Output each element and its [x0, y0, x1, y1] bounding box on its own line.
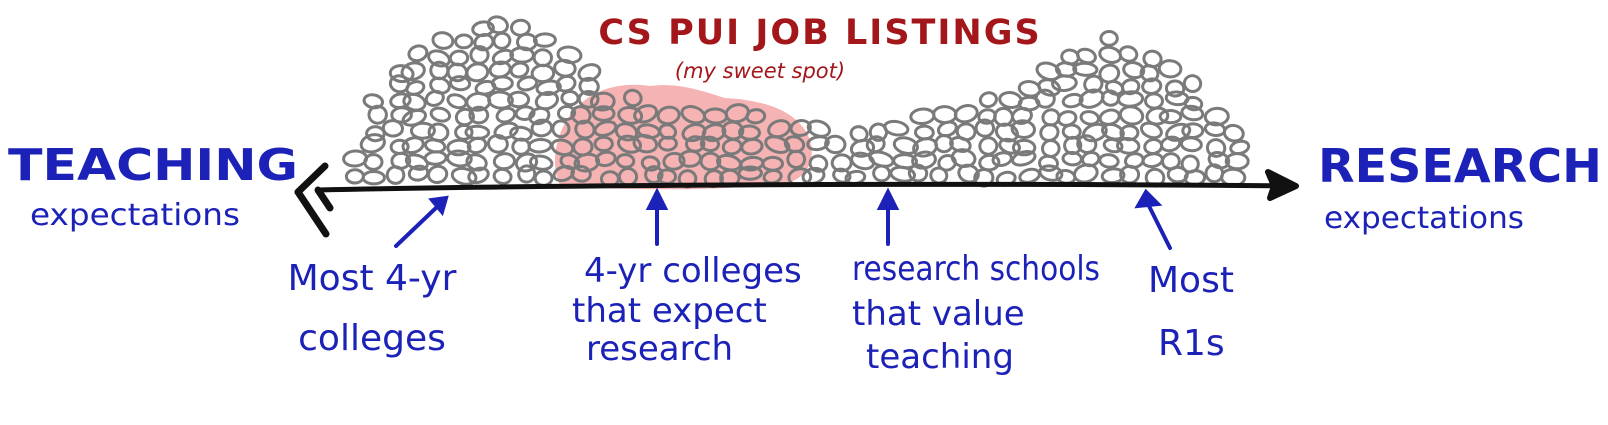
listing-bubble	[978, 136, 999, 156]
listing-bubble	[454, 33, 474, 50]
listing-bubble	[932, 105, 958, 125]
listing-bubble	[560, 89, 580, 107]
annotation-line: Most 4-yr	[288, 258, 457, 299]
listing-bubble	[1076, 47, 1097, 65]
listing-bubble	[1164, 79, 1186, 98]
listing-bubble	[342, 149, 369, 168]
research-label: RESEARCH	[1318, 139, 1602, 193]
listing-bubble	[1079, 110, 1101, 126]
listing-bubble	[492, 167, 513, 185]
listing-bubble	[1099, 30, 1119, 47]
listing-bubble	[1158, 108, 1183, 125]
listing-bubble	[1144, 92, 1164, 110]
listing-bubble	[361, 170, 386, 186]
arrow-most-r1s	[1134, 188, 1172, 250]
chart-title: CS PUI JOB LISTINGS	[598, 13, 1041, 53]
listing-bubble	[1143, 138, 1164, 155]
annotation-line: colleges	[298, 318, 446, 359]
listing-bubble	[1118, 45, 1139, 63]
teaching-expectations-label: expectations	[30, 198, 240, 233]
listing-bubble	[359, 133, 386, 154]
annotation-line: research	[586, 329, 733, 369]
diagram-canvas: CS PUI JOB LISTINGS (my sweet spot) TEAC…	[8, 13, 1602, 377]
listing-bubble	[446, 93, 468, 110]
listing-bubble	[1183, 95, 1204, 112]
annotation-line: that expect	[572, 291, 767, 331]
pointer-arrows	[394, 187, 1172, 250]
listing-bubble	[978, 153, 1001, 172]
listing-bubble	[914, 124, 935, 141]
listing-bubble	[492, 152, 516, 171]
listing-bubble	[510, 18, 531, 37]
listing-bubble	[530, 63, 556, 84]
arrow-most-4yr	[394, 195, 449, 248]
listing-bubble	[1181, 122, 1205, 140]
listing-bubble	[1041, 138, 1061, 159]
listing-bubble	[849, 125, 869, 143]
listing-bubble	[429, 106, 452, 123]
listing-bubble	[1222, 123, 1245, 143]
listing-bubble	[1159, 135, 1182, 153]
annotation-line: research schools	[852, 249, 1100, 289]
annotation-most-r1s: Most R1s	[1148, 260, 1234, 364]
listing-bubble	[465, 62, 490, 83]
listing-bubble	[577, 63, 602, 82]
listing-bubble	[407, 44, 429, 63]
listing-bubble	[362, 93, 385, 110]
right-arrowhead	[1265, 169, 1299, 201]
annotation-4yr-colleges-expect-research: 4-yr colleges that expect research	[572, 251, 802, 369]
left-arrowhead	[294, 162, 334, 238]
annotation-research-schools-value-teaching: research schools that value teaching	[852, 249, 1100, 377]
listing-bubble	[427, 49, 451, 68]
annotation-line: R1s	[1158, 323, 1225, 364]
listing-bubble	[533, 169, 554, 187]
listing-bubble	[492, 31, 512, 50]
listing-bubble	[1179, 136, 1203, 153]
teaching-label: TEACHING	[8, 140, 298, 191]
listing-bubble	[1098, 108, 1121, 126]
arrow-4yr-research	[645, 187, 669, 246]
listing-bubble	[955, 122, 977, 142]
listing-bubble	[363, 153, 384, 171]
listing-bubble	[426, 164, 449, 184]
listing-bubble	[532, 48, 553, 68]
listing-bubble	[1161, 152, 1181, 171]
listing-bubble	[1180, 154, 1200, 174]
listing-bubble	[344, 168, 365, 185]
listing-bubble	[978, 91, 998, 109]
listing-bubble	[806, 119, 832, 138]
research-expectations-label: expectations	[1324, 201, 1524, 236]
listing-bubble	[1182, 74, 1203, 94]
listing-bubble	[1098, 153, 1120, 169]
annotation-most-4yr-colleges: Most 4-yr colleges	[288, 258, 457, 359]
listing-bubble	[1157, 59, 1183, 79]
annotation-line: 4-yr colleges	[584, 251, 802, 291]
listing-bubble	[1034, 88, 1056, 109]
listing-bubble	[527, 137, 553, 154]
annotation-line: Most	[1148, 260, 1234, 301]
listing-bubble	[909, 107, 936, 126]
annotation-line: that value	[852, 294, 1025, 334]
annotation-line: teaching	[866, 337, 1014, 377]
chart-subtitle: (my sweet spot)	[675, 59, 845, 83]
listing-bubble	[1118, 105, 1145, 126]
arrow-research-schools	[876, 187, 900, 246]
listing-bubble	[431, 31, 455, 50]
